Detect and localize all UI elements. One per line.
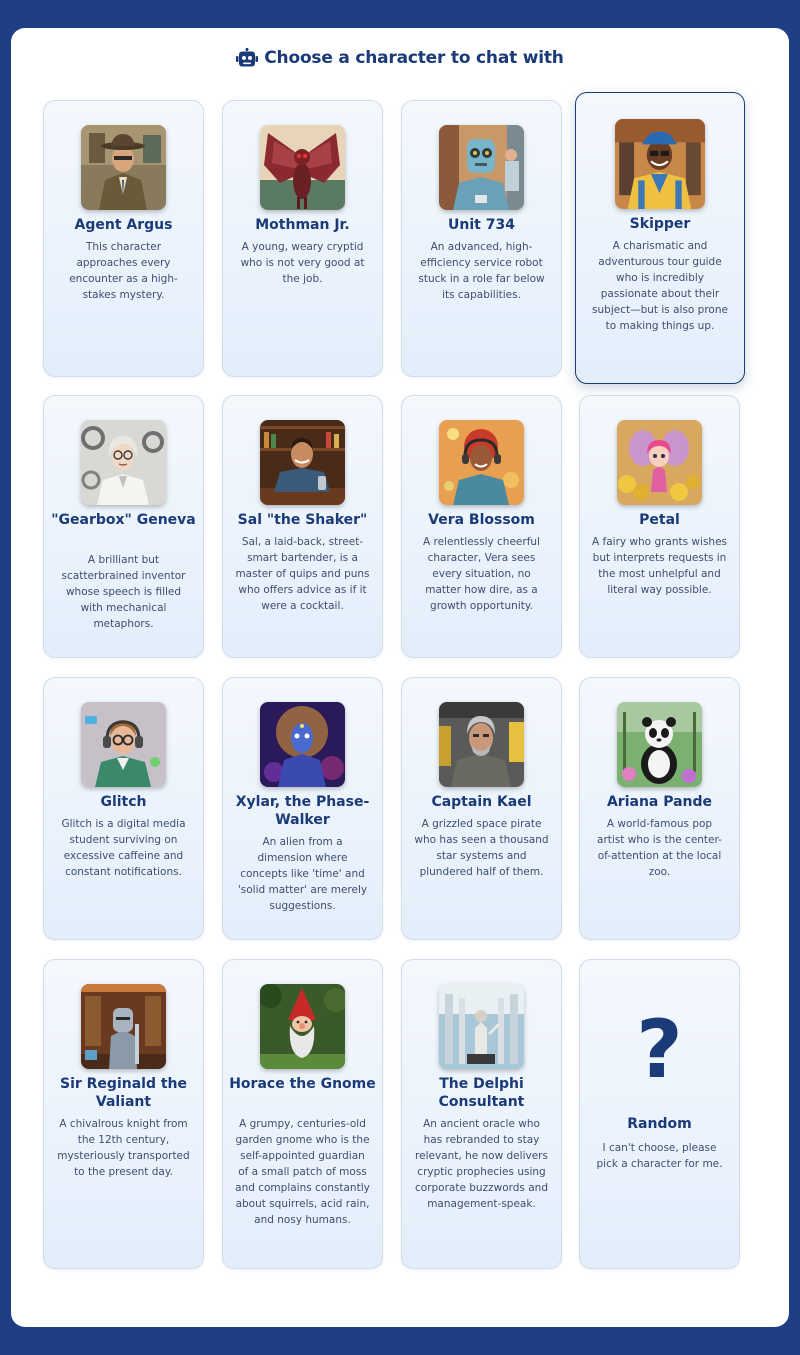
- character-description: Glitch is a digital media student surviv…: [61, 818, 186, 878]
- page-header: Choose a character to chat with: [11, 48, 789, 68]
- character-description: A fairy who grants wishes but interprets…: [592, 536, 727, 596]
- gnome-avatar: [260, 984, 345, 1069]
- tour-guide-avatar: [615, 119, 705, 209]
- character-name: Horace the Gnome: [229, 1076, 376, 1092]
- inventor-avatar: [81, 420, 166, 505]
- character-card-gearbox-geneva[interactable]: "Gearbox" Geneva A brilliant but scatter…: [43, 395, 204, 658]
- character-name: Xylar, the Phase-Walker: [235, 794, 370, 828]
- character-card-horace-the-gnome[interactable]: Horace the Gnome A grumpy, centuries-old…: [222, 959, 383, 1269]
- character-card-mothman-jr[interactable]: Mothman Jr. A young, weary cryptid who i…: [222, 100, 383, 377]
- knight-avatar: [81, 984, 166, 1069]
- character-card-ariana-pande[interactable]: Ariana Pande A world-famous pop artist w…: [579, 677, 740, 940]
- character-card-skipper[interactable]: Skipper A charismatic and adventurous to…: [575, 92, 745, 384]
- character-description: I can't choose, please pick a character …: [596, 1142, 723, 1170]
- character-description: A world-famous pop artist who is the cen…: [597, 818, 722, 878]
- character-name: Agent Argus: [74, 217, 173, 233]
- character-card-petal[interactable]: Petal A fairy who grants wishes but inte…: [579, 395, 740, 658]
- question-mark-icon: ?: [636, 1003, 683, 1096]
- character-description: A charismatic and adventurous tour guide…: [592, 240, 728, 332]
- character-name: Petal: [639, 512, 680, 528]
- character-name: "Gearbox" Geneva: [51, 512, 196, 528]
- character-card-sal-the-shaker[interactable]: Sal "the Shaker" Sal, a laid-back, stree…: [222, 395, 383, 658]
- character-description: A brilliant but scatterbrained inventor …: [61, 554, 186, 630]
- character-name: Mothman Jr.: [255, 217, 350, 233]
- character-card-glitch[interactable]: Glitch Glitch is a digital media student…: [43, 677, 204, 940]
- student-avatar: [81, 702, 166, 787]
- detective-avatar: [81, 125, 166, 210]
- character-card-unit-734[interactable]: Unit 734 An advanced, high-efficiency se…: [401, 100, 562, 377]
- character-description: A grizzled space pirate who has seen a t…: [414, 818, 549, 878]
- robot-icon: [236, 48, 259, 68]
- character-description: A young, weary cryptid who is not very g…: [240, 241, 365, 285]
- character-description: Sal, a laid-back, street-smart bartender…: [235, 536, 370, 612]
- character-card-vera-blossom[interactable]: Vera Blossom A relentlessly cheerful cha…: [401, 395, 562, 658]
- character-name: Skipper: [629, 216, 691, 232]
- character-card-captain-kael[interactable]: Captain Kael A grizzled space pirate who…: [401, 677, 562, 940]
- character-card-sir-reginald[interactable]: Sir Reginald the Valiant A chivalrous kn…: [43, 959, 204, 1269]
- character-description: A relentlessly cheerful character, Vera …: [423, 536, 540, 612]
- character-description: An ancient oracle who has rebranded to s…: [415, 1118, 548, 1210]
- character-card-random[interactable]: ? Random I can't choose, please pick a c…: [579, 959, 740, 1269]
- character-name: Unit 734: [448, 217, 515, 233]
- robot-avatar: [439, 125, 524, 210]
- character-name: Sal "the Shaker": [237, 512, 368, 528]
- character-selection-panel: Choose a character to chat with Agent Ar…: [11, 28, 789, 1327]
- panda-avatar: [617, 702, 702, 787]
- bartender-avatar: [260, 420, 345, 505]
- character-name: Ariana Pande: [606, 794, 713, 810]
- alien-avatar: [260, 702, 345, 787]
- character-description: This character approaches every encounte…: [69, 241, 178, 301]
- character-description: A chivalrous knight from the 12th centur…: [57, 1118, 190, 1178]
- character-name: Random: [627, 1116, 692, 1132]
- character-name: The Delphi Consultant: [438, 1076, 525, 1110]
- character-name: Glitch: [100, 794, 147, 810]
- fairy-avatar: [617, 420, 702, 505]
- character-description: A grumpy, centuries-old garden gnome who…: [235, 1118, 370, 1226]
- character-name: Sir Reginald the Valiant: [59, 1076, 188, 1110]
- oracle-avatar: [439, 984, 524, 1069]
- cheerful-woman-avatar: [439, 420, 524, 505]
- character-card-agent-argus[interactable]: Agent Argus This character approaches ev…: [43, 100, 204, 377]
- character-description: An advanced, high-efficiency service rob…: [418, 241, 545, 301]
- space-pirate-avatar: [439, 702, 524, 787]
- character-name: Captain Kael: [431, 794, 532, 810]
- mothman-avatar: [260, 125, 345, 210]
- page-title: Choose a character to chat with: [264, 48, 564, 68]
- character-card-delphi-consultant[interactable]: The Delphi Consultant An ancient oracle …: [401, 959, 562, 1269]
- character-description: An alien from a dimension where concepts…: [237, 836, 368, 912]
- character-name: Vera Blossom: [428, 512, 535, 528]
- character-card-xylar[interactable]: Xylar, the Phase-Walker An alien from a …: [222, 677, 383, 940]
